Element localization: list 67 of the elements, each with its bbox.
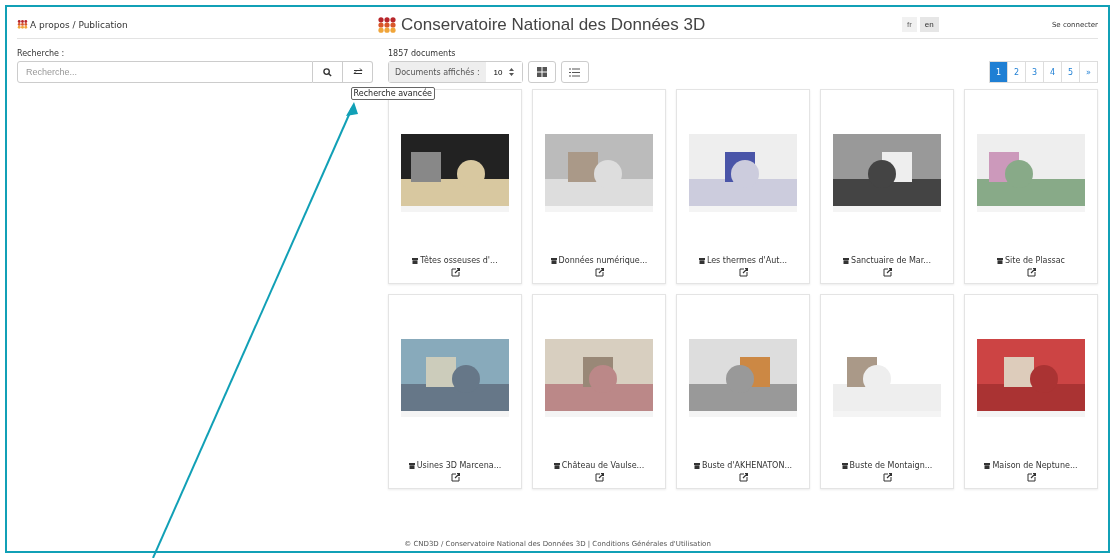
document-card[interactable]: Maison de Neptune... (964, 294, 1098, 489)
site-title: Conservatoire National des Données 3D (401, 14, 706, 35)
open-link[interactable] (450, 268, 460, 277)
grid-icon (536, 67, 547, 77)
archive-icon (408, 462, 415, 469)
open-link[interactable] (1026, 268, 1036, 277)
language-button[interactable]: fr (901, 17, 917, 32)
document-count: 1857 documents (388, 49, 457, 58)
document-title[interactable]: Buste d'AKHENATON... (694, 461, 792, 470)
document-title[interactable]: Maison de Neptune... (984, 461, 1078, 470)
archive-icon (843, 257, 850, 264)
logo-icon (17, 20, 28, 29)
document-card[interactable]: Château de Vaulse... (532, 294, 666, 489)
advanced-search-button[interactable] (343, 61, 373, 83)
document-title[interactable]: Buste de Montaign... (841, 461, 933, 470)
external-link-icon (450, 473, 460, 482)
document-card[interactable]: Les thermes d'Aut... (676, 89, 810, 284)
document-title[interactable]: Données numérique... (550, 256, 648, 265)
archive-icon (997, 257, 1003, 264)
document-title[interactable]: Usines 3D Marcena... (408, 461, 502, 470)
breadcrumb-link[interactable]: A propos / Publication (17, 19, 377, 30)
document-title[interactable]: Têtes osseuses d'... (412, 256, 498, 265)
search-icon (323, 67, 332, 77)
list-icon (569, 67, 580, 77)
search-button[interactable] (313, 61, 343, 83)
document-title[interactable]: Château de Vaulse... (553, 461, 645, 470)
document-card[interactable]: Buste d'AKHENATON... (676, 294, 810, 489)
external-link-icon (738, 473, 748, 482)
external-link-icon (882, 268, 892, 277)
external-link-icon (1026, 268, 1036, 277)
document-card[interactable]: Sanctuaire de Mar... (820, 89, 954, 284)
open-link[interactable] (1026, 473, 1036, 482)
external-link-icon (450, 268, 460, 277)
open-link[interactable] (882, 473, 892, 482)
logo-icon (377, 16, 397, 33)
document-card[interactable]: Buste de Montaign... (820, 294, 954, 489)
grid-view-button[interactable] (527, 61, 556, 83)
archive-icon (841, 462, 848, 469)
external-link-icon (594, 268, 604, 277)
archive-icon (698, 257, 705, 264)
document-card[interactable]: Usines 3D Marcena... (388, 294, 522, 489)
document-title[interactable]: Sanctuaire de Mar... (843, 256, 931, 265)
language-button[interactable]: en (919, 17, 939, 32)
open-link[interactable] (738, 473, 748, 482)
page-link[interactable]: » (1079, 61, 1098, 83)
search-label: Recherche : (17, 49, 66, 58)
open-link[interactable] (738, 268, 748, 277)
document-title[interactable]: Les thermes d'Aut... (698, 256, 788, 265)
open-link[interactable] (594, 473, 604, 482)
external-link-icon (738, 268, 748, 277)
archive-icon (550, 257, 557, 264)
document-card[interactable]: Données numérique... (532, 89, 666, 284)
search-field[interactable]: Recherche... (17, 61, 313, 83)
external-link-icon (594, 473, 604, 482)
tooltip: Recherche avancée (350, 87, 435, 100)
archive-icon (694, 462, 700, 469)
open-link[interactable] (450, 473, 460, 482)
swap-arrows-icon (352, 68, 363, 76)
archive-icon (553, 462, 560, 469)
archive-icon (412, 257, 419, 264)
document-title[interactable]: Site de Plassac (997, 256, 1065, 265)
external-link-icon (882, 473, 892, 482)
external-link-icon (1026, 473, 1036, 482)
open-link[interactable] (882, 268, 892, 277)
open-link[interactable] (594, 268, 604, 277)
archive-icon (984, 462, 991, 469)
document-card[interactable]: Site de Plassac (964, 89, 1098, 284)
